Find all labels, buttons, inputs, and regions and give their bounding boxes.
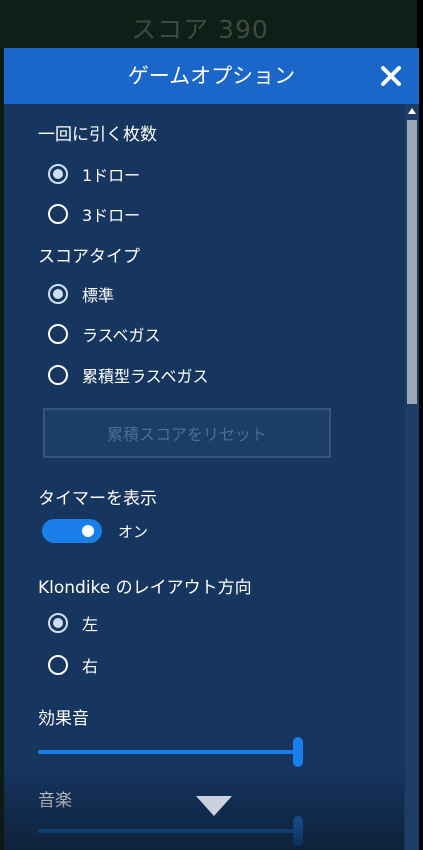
scroll-up-button[interactable] — [405, 104, 419, 118]
radio-score-vegas[interactable]: ラスベガス — [48, 320, 161, 348]
radio-button-icon — [48, 284, 68, 304]
sound-effects-slider[interactable] — [38, 735, 303, 769]
close-icon — [381, 66, 401, 86]
reset-cumulative-score-button[interactable]: 累積スコアをリセット — [43, 408, 331, 458]
radio-button-icon — [48, 324, 68, 344]
triangle-down-icon — [196, 796, 232, 816]
radio-button-icon — [48, 613, 68, 633]
music-slider[interactable] — [38, 814, 303, 848]
radio-draw-1[interactable]: 1ドロー — [48, 160, 140, 188]
options-content: 一回に引く枚数 1ドロー 3ドロー スコアタイプ 標準 ラスベガス 累積型ラスベ… — [4, 104, 404, 850]
radio-label: 3ドロー — [82, 206, 141, 225]
close-button[interactable] — [373, 58, 409, 94]
radio-label: 左 — [82, 615, 99, 634]
sound-effects-title: 効果音 — [38, 709, 89, 729]
timer-title: タイマーを表示 — [38, 489, 157, 509]
dialog-titlebar: ゲームオプション — [4, 48, 419, 104]
radio-button-icon — [48, 204, 68, 224]
radio-layout-right[interactable]: 右 — [48, 651, 98, 679]
radio-label: ラスベガス — [82, 326, 161, 345]
draw-count-title: 一回に引く枚数 — [38, 125, 157, 145]
radio-label: 標準 — [82, 286, 115, 305]
radio-button-icon — [48, 365, 68, 385]
radio-label: 累積型ラスベガス — [82, 367, 209, 386]
scroll-down-button[interactable] — [194, 794, 234, 818]
music-title: 音楽 — [38, 791, 72, 811]
options-dialog: ゲームオプション 一回に引く枚数 1ドロー 3ドロー スコアタイプ 標準 ラスベ… — [4, 48, 419, 850]
slider-track — [38, 750, 298, 754]
slider-thumb[interactable] — [293, 737, 303, 767]
radio-label: 1ドロー — [82, 166, 141, 185]
toggle-knob — [82, 525, 94, 537]
timer-toggle[interactable] — [42, 519, 102, 543]
timer-state-label: オン — [118, 522, 149, 541]
dialog-title: ゲームオプション — [127, 64, 296, 88]
caret-up-icon — [408, 108, 416, 114]
radio-label: 右 — [82, 657, 99, 676]
scrollbar-thumb[interactable] — [407, 120, 417, 404]
radio-button-icon — [48, 655, 68, 675]
radio-score-cumulative-vegas[interactable]: 累積型ラスベガス — [48, 361, 209, 389]
timer-toggle-row: オン — [42, 518, 148, 544]
radio-draw-3[interactable]: 3ドロー — [48, 200, 140, 228]
background-score: スコア 390 — [131, 15, 269, 44]
radio-button-icon — [48, 164, 68, 184]
layout-title: Klondike のレイアウト方向 — [38, 578, 252, 598]
radio-layout-left[interactable]: 左 — [48, 609, 98, 637]
slider-thumb[interactable] — [293, 816, 303, 846]
slider-track — [38, 829, 298, 833]
score-type-title: スコアタイプ — [38, 247, 140, 267]
scrollbar[interactable] — [405, 104, 419, 850]
radio-score-standard[interactable]: 標準 — [48, 280, 114, 308]
